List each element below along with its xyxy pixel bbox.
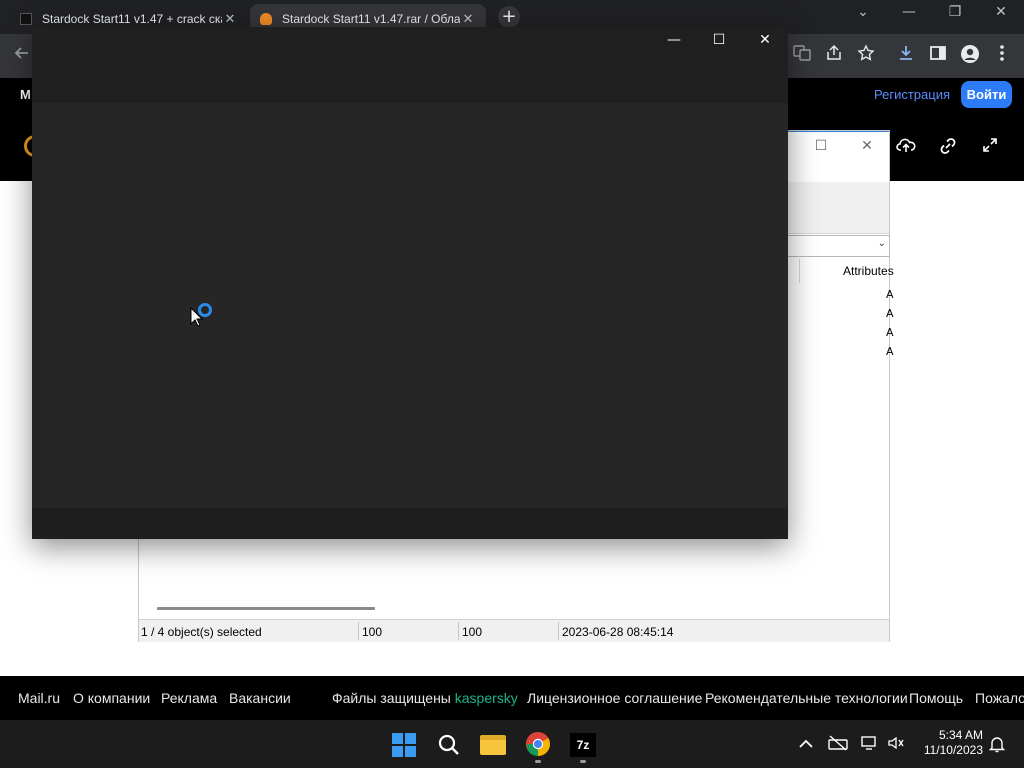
mouse-cursor-icon	[190, 307, 204, 327]
sevenzip-taskbar-icon[interactable]: 7z	[570, 733, 596, 757]
status-selected: 1 / 4 object(s) selected	[141, 625, 262, 639]
status-divider	[458, 622, 459, 640]
row-attribute: A	[886, 307, 894, 320]
side-panel-icon[interactable]	[926, 44, 950, 68]
new-tab-button[interactable]: +	[498, 6, 520, 28]
minimize-button[interactable]: —	[659, 32, 689, 48]
site-footer: Mail.ru О компании Реклама Вакансии Файл…	[0, 676, 1024, 720]
upload-cloud-icon[interactable]	[894, 136, 918, 160]
chrome-icon[interactable]	[525, 731, 551, 757]
start-tile	[392, 746, 403, 757]
row-attribute: A	[886, 345, 894, 358]
start-tile	[405, 733, 416, 744]
sevenzip-label: 7z	[570, 733, 596, 757]
horizontal-scrollbar[interactable]	[157, 607, 375, 610]
profile-avatar-icon[interactable]	[958, 44, 982, 68]
column-divider[interactable]	[799, 259, 800, 283]
menu-kebab-icon[interactable]	[990, 44, 1014, 68]
tab-search-icon[interactable]: ⌄	[848, 4, 878, 20]
kaspersky-logo[interactable]: kaspersky	[455, 690, 518, 706]
status-modified: 2023-06-28 08:45:14	[562, 625, 674, 639]
loading-window-footer	[32, 508, 788, 539]
close-button[interactable]: ✕	[750, 32, 780, 48]
notification-bell-icon[interactable]	[987, 735, 1007, 755]
tab-close-icon[interactable]: ✕	[222, 11, 238, 27]
browser-close-button[interactable]: ✕	[986, 4, 1016, 20]
back-arrow-icon[interactable]	[10, 44, 34, 68]
search-icon[interactable]	[437, 733, 461, 757]
protected-prefix: Файлы защищены	[332, 690, 451, 706]
sevenzip-close-button[interactable]: ✕	[855, 138, 879, 154]
cloud-favicon-icon	[260, 13, 272, 25]
footer-link-about[interactable]: О компании	[73, 690, 150, 706]
register-link[interactable]: Регистрация	[874, 87, 950, 102]
browser-restore-button[interactable]: ❐	[940, 4, 970, 20]
translate-icon[interactable]	[790, 44, 814, 68]
browser-minimize-button[interactable]: —	[894, 4, 924, 20]
monitor-icon[interactable]	[860, 735, 880, 755]
status-size: 100	[362, 625, 383, 639]
tab-close-icon[interactable]: ✕	[460, 11, 476, 27]
footer-link-mailru[interactable]: Mail.ru	[18, 690, 60, 706]
footer-link-recommendations[interactable]: Рекомендательные технологии	[705, 690, 908, 706]
network-offline-icon[interactable]	[828, 735, 848, 755]
chevron-down-icon: ⌄	[877, 238, 886, 249]
tab-title: Stardock Start11 v1.47.rar / Облако	[282, 12, 460, 26]
file-explorer-icon[interactable]	[480, 735, 506, 755]
status-packed-size: 100	[462, 625, 483, 639]
bookmark-star-icon[interactable]	[854, 44, 878, 68]
windows-start-icon[interactable]	[392, 733, 416, 757]
running-indicator	[535, 760, 541, 763]
fullscreen-icon[interactable]	[978, 136, 1002, 160]
start-tile	[392, 733, 403, 744]
clock-date: 11/10/2023	[923, 743, 983, 757]
status-divider	[358, 622, 359, 640]
chevron-up-icon[interactable]	[796, 735, 816, 755]
status-divider	[558, 622, 559, 640]
start-tile	[405, 746, 416, 757]
running-indicator	[580, 760, 586, 763]
sevenzip-maximize-button[interactable]: ☐	[809, 138, 833, 154]
brand-letter[interactable]: M	[20, 87, 31, 102]
clock-time: 5:34 AM	[938, 728, 983, 742]
footer-link-ads[interactable]: Реклама	[161, 690, 217, 706]
login-button[interactable]: Войти	[961, 81, 1012, 108]
share-icon[interactable]	[822, 44, 846, 68]
footer-link-jobs[interactable]: Вакансии	[229, 690, 291, 706]
loading-window-title-bar: — ☐ ✕	[32, 27, 788, 103]
row-attribute: A	[886, 326, 894, 339]
sevenzip-address-dropdown[interactable]: ⌄	[787, 235, 890, 257]
column-header-attributes[interactable]: Attributes	[843, 264, 894, 278]
footer-link-help[interactable]: Помощь	[909, 690, 963, 706]
link-icon[interactable]	[936, 136, 960, 160]
volume-muted-icon[interactable]	[886, 735, 906, 755]
download-icon[interactable]	[894, 44, 918, 68]
row-attribute: A	[886, 288, 894, 301]
footer-protected-text: Файлы защищены kaspersky	[332, 690, 518, 706]
system-clock[interactable]: 5:34 AM 11/10/2023	[915, 728, 983, 758]
loading-window: — ☐ ✕	[32, 27, 788, 539]
footer-link-license[interactable]: Лицензионное соглашение	[527, 690, 702, 706]
site-favicon-icon	[20, 13, 32, 25]
footer-link-report[interactable]: Пожаловаться	[975, 690, 1024, 706]
sevenzip-status-bar: 1 / 4 object(s) selected 100 100 2023-06…	[139, 619, 889, 642]
maximize-button[interactable]: ☐	[704, 32, 734, 48]
tab-title: Stardock Start11 v1.47 + crack скачать	[42, 12, 222, 26]
